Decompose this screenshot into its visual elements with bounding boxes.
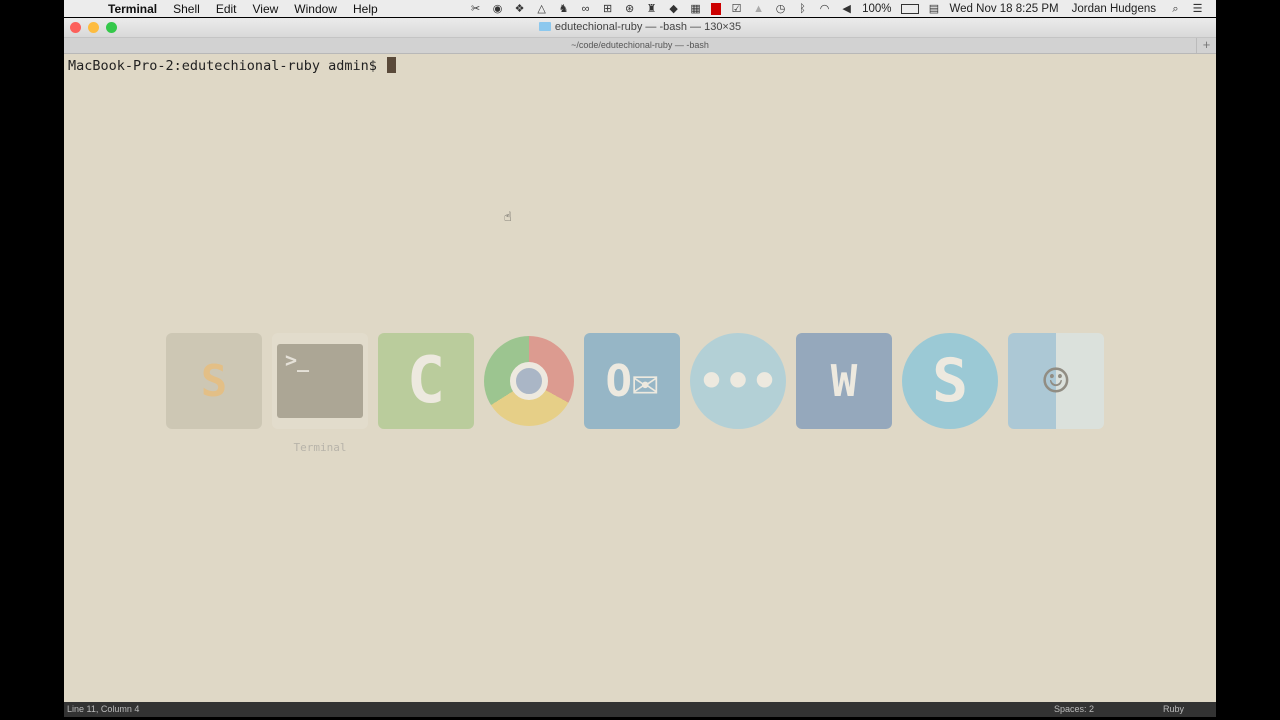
- menu-window[interactable]: Window: [294, 2, 337, 16]
- status-bar: Line 11, Column 4 Spaces: 2 Ruby: [64, 702, 1216, 717]
- app-camtasia[interactable]: C: [378, 333, 474, 429]
- creative-cloud-icon[interactable]: ⊛: [623, 3, 636, 15]
- app-terminal[interactable]: >_ Terminal: [272, 333, 368, 454]
- tab-bar: ~/code/edutechional-ruby — -bash +: [64, 37, 1216, 54]
- menu-bar: Terminal Shell Edit View Window Help ✂ ◉…: [64, 0, 1216, 17]
- tab-bash[interactable]: ~/code/edutechional-ruby — -bash: [571, 40, 709, 50]
- calendar-icon[interactable]: ▤: [928, 3, 941, 15]
- notification-center-icon[interactable]: ☰: [1191, 3, 1204, 15]
- spotlight-search-icon[interactable]: ⌕: [1169, 3, 1182, 15]
- window-title: edutechional-ruby — -bash — 130×35: [554, 21, 742, 33]
- mouse-pointer-icon: ☝: [504, 210, 512, 225]
- menu-view[interactable]: View: [253, 2, 279, 16]
- elephant-icon[interactable]: ◆: [667, 3, 680, 15]
- lantern-icon[interactable]: ♜: [645, 3, 658, 15]
- app-switcher-label: Terminal: [293, 441, 347, 454]
- app-switcher: S >_ Terminal C O✉ ••• W S ☺: [164, 310, 1134, 454]
- app-skype[interactable]: S: [902, 333, 998, 429]
- app-outlook[interactable]: O✉: [584, 333, 680, 429]
- grid-icon[interactable]: ▦: [689, 3, 702, 15]
- cursor-position: Line 11, Column 4: [67, 704, 140, 714]
- bell-icon[interactable]: ▲: [752, 3, 765, 15]
- user-name[interactable]: Jordan Hudgens: [1072, 3, 1156, 15]
- menu-shell[interactable]: Shell: [173, 2, 200, 16]
- app-messages[interactable]: •••: [690, 333, 786, 429]
- terminal-content[interactable]: MacBook-Pro-2:edutechional-ruby admin$ ☝…: [64, 56, 1216, 702]
- camera-icon[interactable]: ◉: [491, 3, 504, 15]
- dropbox-icon[interactable]: ❖: [513, 3, 526, 15]
- zoom-button[interactable]: [106, 22, 117, 33]
- title-bar[interactable]: edutechional-ruby — -bash — 130×35: [64, 18, 1216, 37]
- menu-help[interactable]: Help: [353, 2, 378, 16]
- menu-edit[interactable]: Edit: [216, 2, 237, 16]
- clock[interactable]: Wed Nov 18 8:25 PM: [950, 3, 1059, 15]
- folder-icon: [538, 22, 551, 31]
- app-sublime-text[interactable]: S: [166, 333, 262, 429]
- drive-icon[interactable]: △: [535, 3, 548, 15]
- terminal-window: edutechional-ruby — -bash — 130×35 ~/cod…: [64, 18, 1216, 717]
- app-finder[interactable]: ☺: [1008, 333, 1104, 429]
- text-cursor: [386, 57, 396, 73]
- bluetooth-icon[interactable]: ᛒ: [796, 3, 809, 15]
- wifi-icon[interactable]: ◠: [818, 3, 831, 15]
- volume-icon[interactable]: ◀: [840, 3, 853, 15]
- menu-app-terminal[interactable]: Terminal: [108, 2, 157, 16]
- app-word[interactable]: W: [796, 333, 892, 429]
- battery-percent[interactable]: 100%: [862, 3, 891, 15]
- shell-prompt: MacBook-Pro-2:edutechional-ruby admin$: [68, 58, 385, 74]
- indentation-setting[interactable]: Spaces: 2: [1054, 702, 1094, 717]
- link-icon[interactable]: ∞: [579, 3, 592, 15]
- network-icon[interactable]: ⊞: [601, 3, 614, 15]
- scissors-icon[interactable]: ✂: [469, 3, 482, 15]
- minimize-button[interactable]: [88, 22, 99, 33]
- syntax-mode[interactable]: Ruby: [1163, 702, 1184, 717]
- app-chrome[interactable]: [484, 336, 574, 426]
- check-icon[interactable]: ☑: [730, 3, 743, 15]
- new-tab-button[interactable]: +: [1196, 38, 1216, 53]
- close-button[interactable]: [70, 22, 81, 33]
- film-icon[interactable]: [711, 2, 722, 15]
- battery-icon[interactable]: [900, 3, 919, 14]
- evernote-icon[interactable]: ♞: [557, 3, 570, 15]
- time-machine-icon[interactable]: ◷: [774, 3, 787, 15]
